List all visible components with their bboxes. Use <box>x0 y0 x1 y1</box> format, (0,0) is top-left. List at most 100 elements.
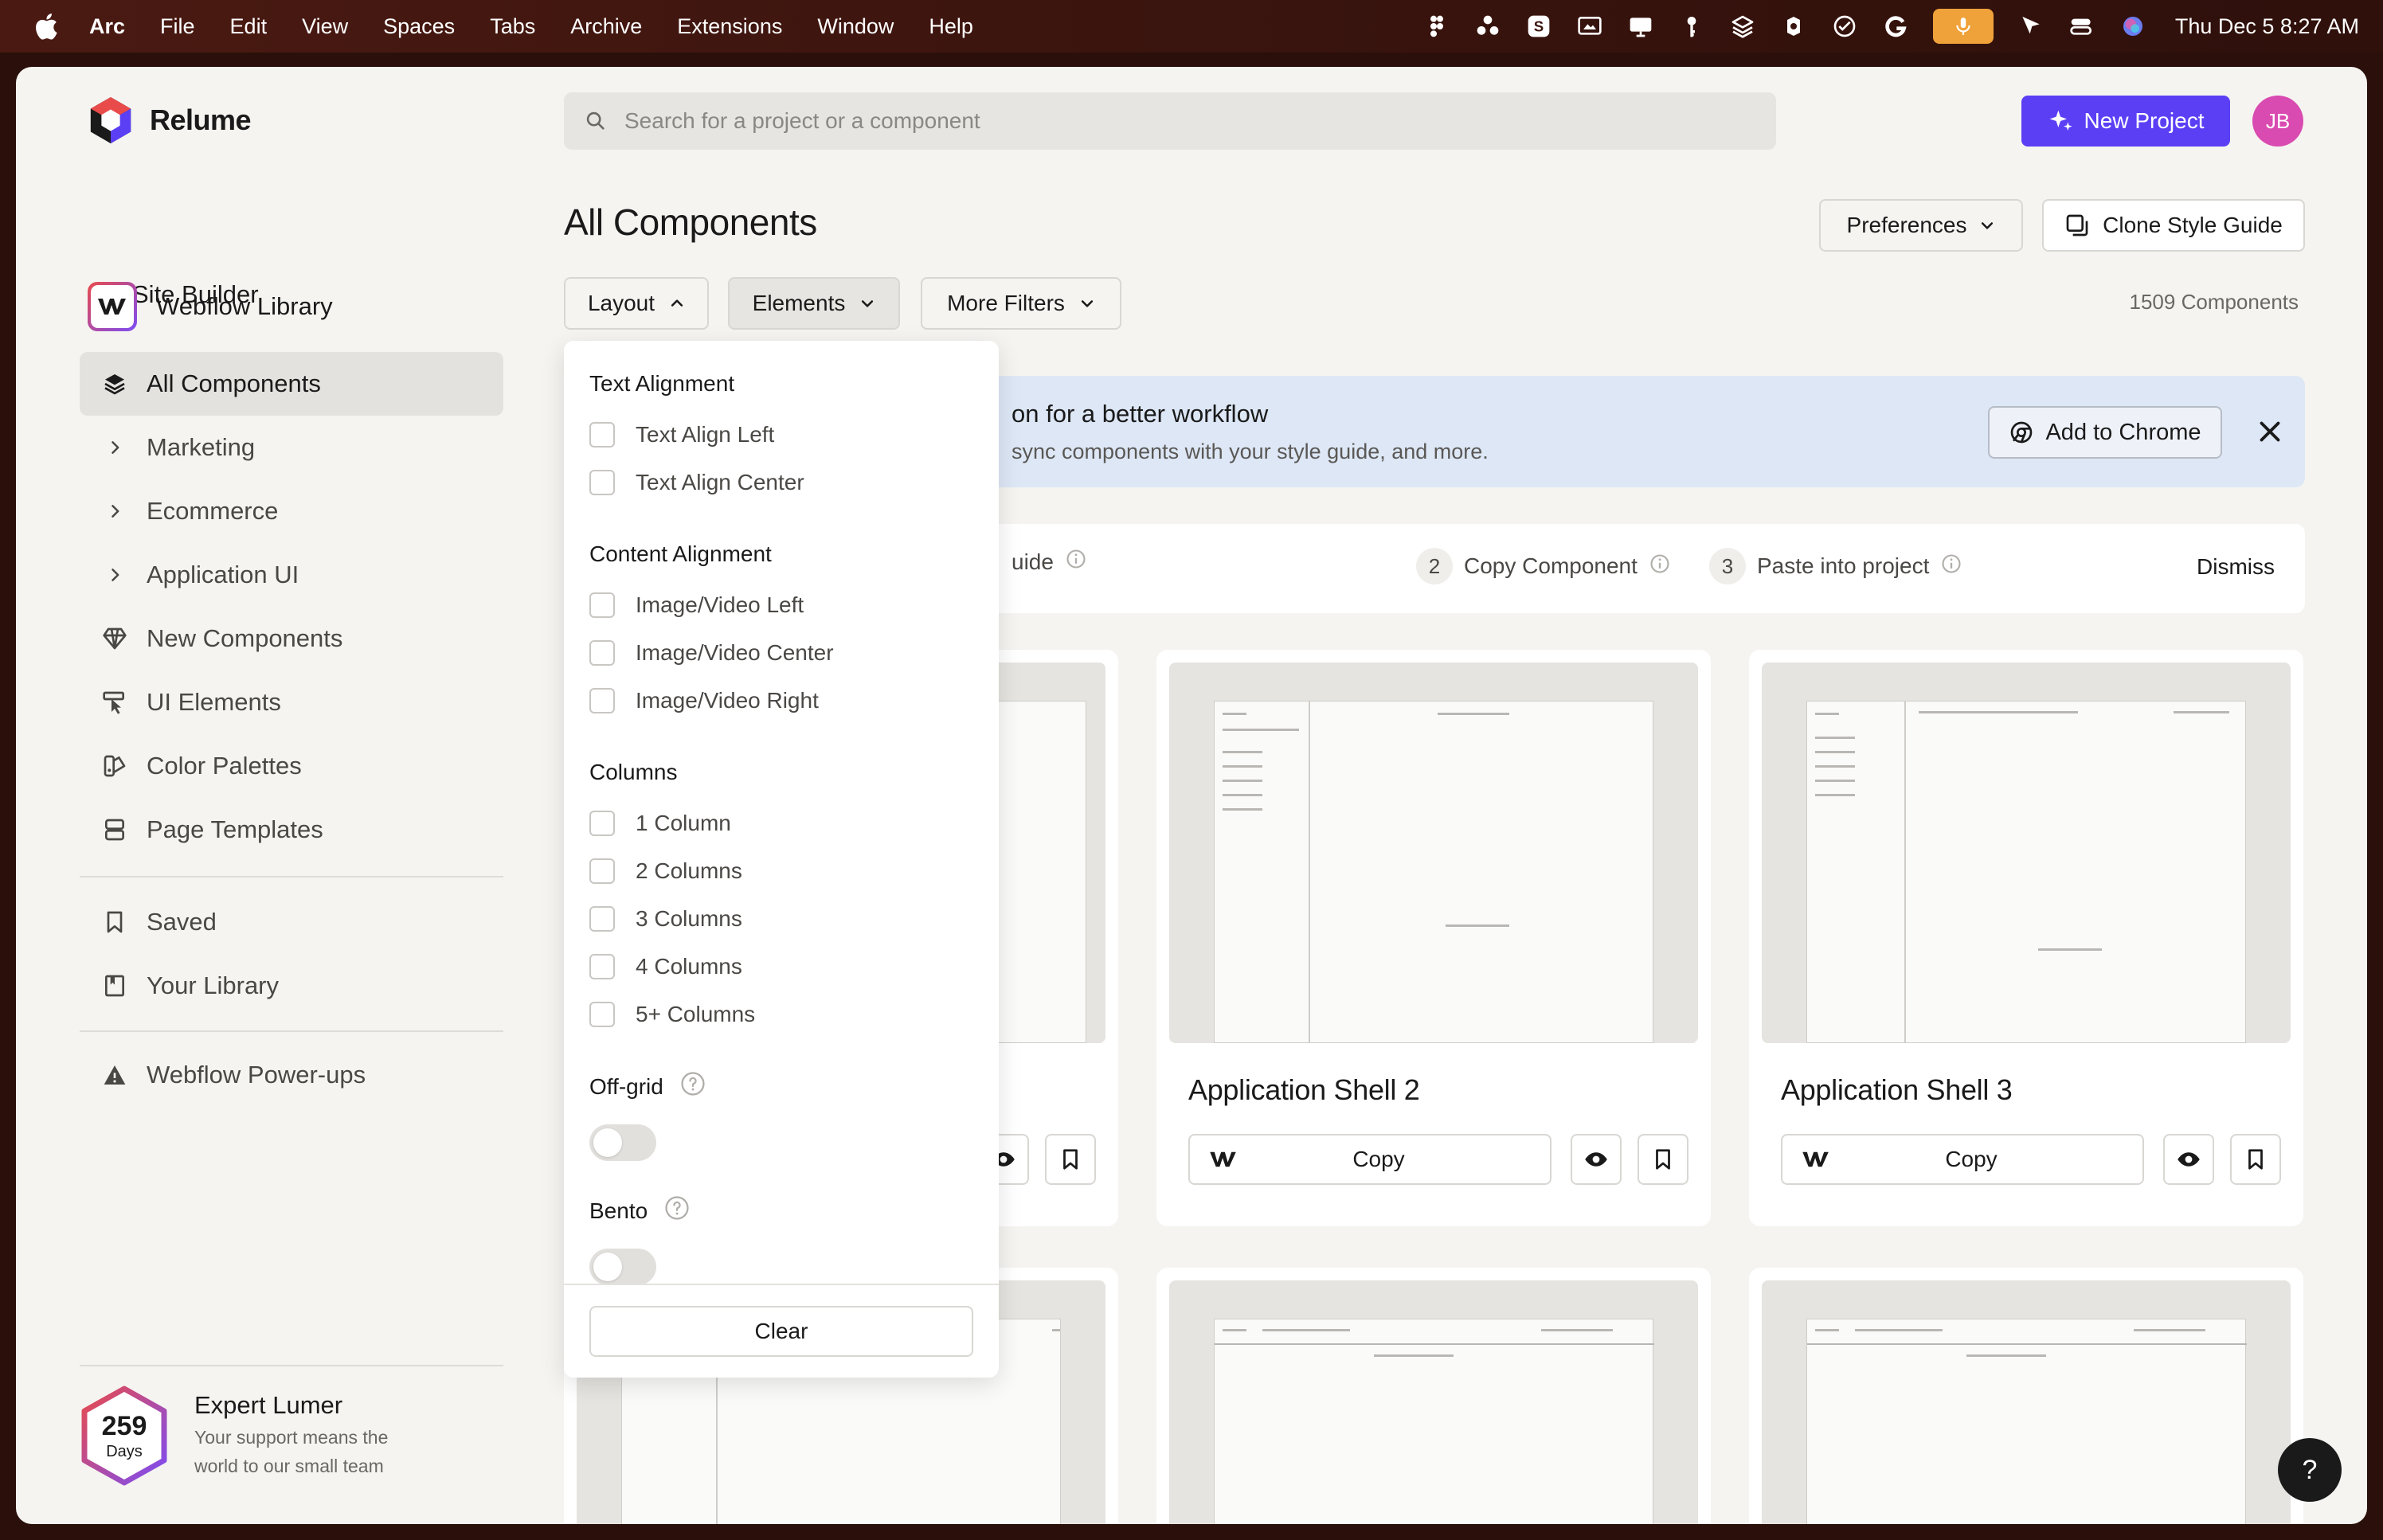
library-selector[interactable]: Webflow Library <box>88 282 333 331</box>
menu-edit[interactable]: Edit <box>230 14 268 39</box>
option-4-columns[interactable]: 4 Columns <box>589 954 742 979</box>
bento-toggle[interactable] <box>589 1249 656 1285</box>
webflow-icon <box>1210 1151 1236 1167</box>
checkbox[interactable] <box>589 906 615 932</box>
help-circle-icon[interactable] <box>663 1194 691 1227</box>
menu-extensions[interactable]: Extensions <box>677 14 782 39</box>
grammarly-icon[interactable] <box>1882 13 1909 40</box>
checkbox[interactable] <box>589 688 615 713</box>
clear-filters-button[interactable]: Clear <box>589 1306 973 1357</box>
checkbox[interactable] <box>589 640 615 666</box>
info-icon[interactable] <box>1940 553 1962 580</box>
app-shell-mock <box>1806 701 2246 1043</box>
menu-app-name[interactable]: Arc <box>89 14 125 39</box>
sidebar-item-all-components[interactable]: All Components <box>80 352 503 416</box>
cursor-icon[interactable] <box>2017 13 2045 40</box>
info-icon[interactable] <box>1065 548 1087 576</box>
search-input[interactable] <box>624 108 1660 134</box>
sidebar-item-marketing[interactable]: Marketing <box>80 416 503 479</box>
sidebar-item-application-ui[interactable]: Application UI <box>80 543 503 607</box>
help-circle-icon[interactable] <box>679 1070 706 1103</box>
component-card[interactable]: Application Shell 3 Copy <box>1749 650 2303 1226</box>
microphone-icon[interactable] <box>1932 9 1994 44</box>
save-button[interactable] <box>1638 1134 1688 1185</box>
dismiss-button[interactable]: Dismiss <box>2197 554 2275 580</box>
menu-file[interactable]: File <box>160 14 195 39</box>
avatar[interactable]: JB <box>2252 96 2303 147</box>
option-2-columns[interactable]: 2 Columns <box>589 858 742 884</box>
dots-cluster-icon[interactable] <box>1474 13 1501 40</box>
s-app-icon[interactable]: S <box>1525 13 1552 40</box>
do-not-disturb-icon[interactable] <box>1831 13 1858 40</box>
webflow-badge-icon <box>88 282 137 331</box>
option-text-align-center[interactable]: Text Align Center <box>589 470 804 495</box>
layers-stack-icon[interactable] <box>1729 13 1756 40</box>
figma-icon[interactable] <box>1423 13 1450 40</box>
preview-button[interactable] <box>1571 1134 1622 1185</box>
more-filters-button[interactable]: More Filters <box>921 277 1121 330</box>
checkbox[interactable] <box>589 422 615 448</box>
copy-button[interactable]: Copy <box>1188 1134 1551 1185</box>
clone-style-guide-button[interactable]: Clone Style Guide <box>2042 199 2305 252</box>
sidebar-item-your-library[interactable]: Your Library <box>80 954 503 1018</box>
sidebar-item-saved[interactable]: Saved <box>80 890 503 954</box>
menu-bar-tray: S Thu Dec 5 8:27 AM <box>1423 0 2359 53</box>
checkbox[interactable] <box>589 1002 615 1027</box>
sidebar-item-color-palettes[interactable]: Color Palettes <box>80 734 503 798</box>
apple-icon[interactable] <box>32 11 59 41</box>
close-icon[interactable] <box>2256 417 2284 446</box>
copy-button[interactable]: Copy <box>1781 1134 2144 1185</box>
checkbox[interactable] <box>589 811 615 836</box>
menu-tabs[interactable]: Tabs <box>490 14 535 39</box>
component-card[interactable] <box>1156 1268 1711 1524</box>
menu-help[interactable]: Help <box>929 14 973 39</box>
checkbox[interactable] <box>589 858 615 884</box>
option-3-columns[interactable]: 3 Columns <box>589 906 742 932</box>
screen-share-icon[interactable] <box>1576 13 1603 40</box>
save-button[interactable] <box>1045 1134 1096 1185</box>
option-5-plus-columns[interactable]: 5+ Columns <box>589 1002 755 1027</box>
menu-view[interactable]: View <box>302 14 348 39</box>
new-project-button[interactable]: New Project <box>2021 96 2230 147</box>
clipboard-app-icon[interactable] <box>1780 13 1807 40</box>
siri-icon[interactable] <box>2119 13 2146 40</box>
sidebar-item-ui-elements[interactable]: UI Elements <box>80 670 503 734</box>
off-grid-toggle[interactable] <box>589 1124 656 1161</box>
sidebar-item-webflow-power-ups[interactable]: Webflow Power-ups <box>80 1043 503 1107</box>
elements-filter-button[interactable]: Elements <box>728 277 900 330</box>
layout-filter-button[interactable]: Layout <box>564 277 709 330</box>
component-card[interactable] <box>1749 1268 2303 1524</box>
control-center-icon[interactable] <box>2068 13 2095 40</box>
expert-lumer-card[interactable]: 259 Days Expert Lumer Your support means… <box>80 1386 425 1486</box>
checkbox[interactable] <box>589 592 615 618</box>
menu-bar-clock[interactable]: Thu Dec 5 8:27 AM <box>2175 14 2359 39</box>
checkbox[interactable] <box>589 470 615 495</box>
info-icon[interactable] <box>1649 553 1671 580</box>
key-icon[interactable] <box>1678 13 1705 40</box>
component-card[interactable]: Application Shell 2 Copy <box>1156 650 1711 1226</box>
menu-archive[interactable]: Archive <box>570 14 642 39</box>
save-button[interactable] <box>2230 1134 2281 1185</box>
navbar-shell-mock <box>1806 1319 2247 1524</box>
sidebar-item-new-components[interactable]: New Components <box>80 607 503 670</box>
preview-button[interactable] <box>2163 1134 2214 1185</box>
sidebar-item-page-templates[interactable]: Page Templates <box>80 798 503 862</box>
menu-window[interactable]: Window <box>817 14 894 39</box>
display-icon[interactable] <box>1627 13 1654 40</box>
add-to-chrome-button[interactable]: Add to Chrome <box>1988 406 2222 459</box>
search-bar[interactable] <box>564 92 1776 150</box>
checkbox[interactable] <box>589 954 615 979</box>
brand[interactable]: Relume <box>86 96 252 145</box>
option-text-align-left[interactable]: Text Align Left <box>589 422 774 448</box>
menu-spaces[interactable]: Spaces <box>383 14 455 39</box>
option-image-video-right[interactable]: Image/Video Right <box>589 688 819 713</box>
option-image-video-left[interactable]: Image/Video Left <box>589 592 804 618</box>
copy-label: Copy <box>1945 1147 1998 1171</box>
sparkle-icon <box>2049 110 2072 131</box>
option-1-column[interactable]: 1 Column <box>589 811 731 836</box>
preferences-button[interactable]: Preferences <box>1819 199 2023 252</box>
help-button[interactable]: ? <box>2278 1438 2342 1502</box>
sidebar-item-ecommerce[interactable]: Ecommerce <box>80 479 503 543</box>
option-image-video-center[interactable]: Image/Video Center <box>589 640 834 666</box>
bookmark-icon <box>1656 1149 1670 1170</box>
